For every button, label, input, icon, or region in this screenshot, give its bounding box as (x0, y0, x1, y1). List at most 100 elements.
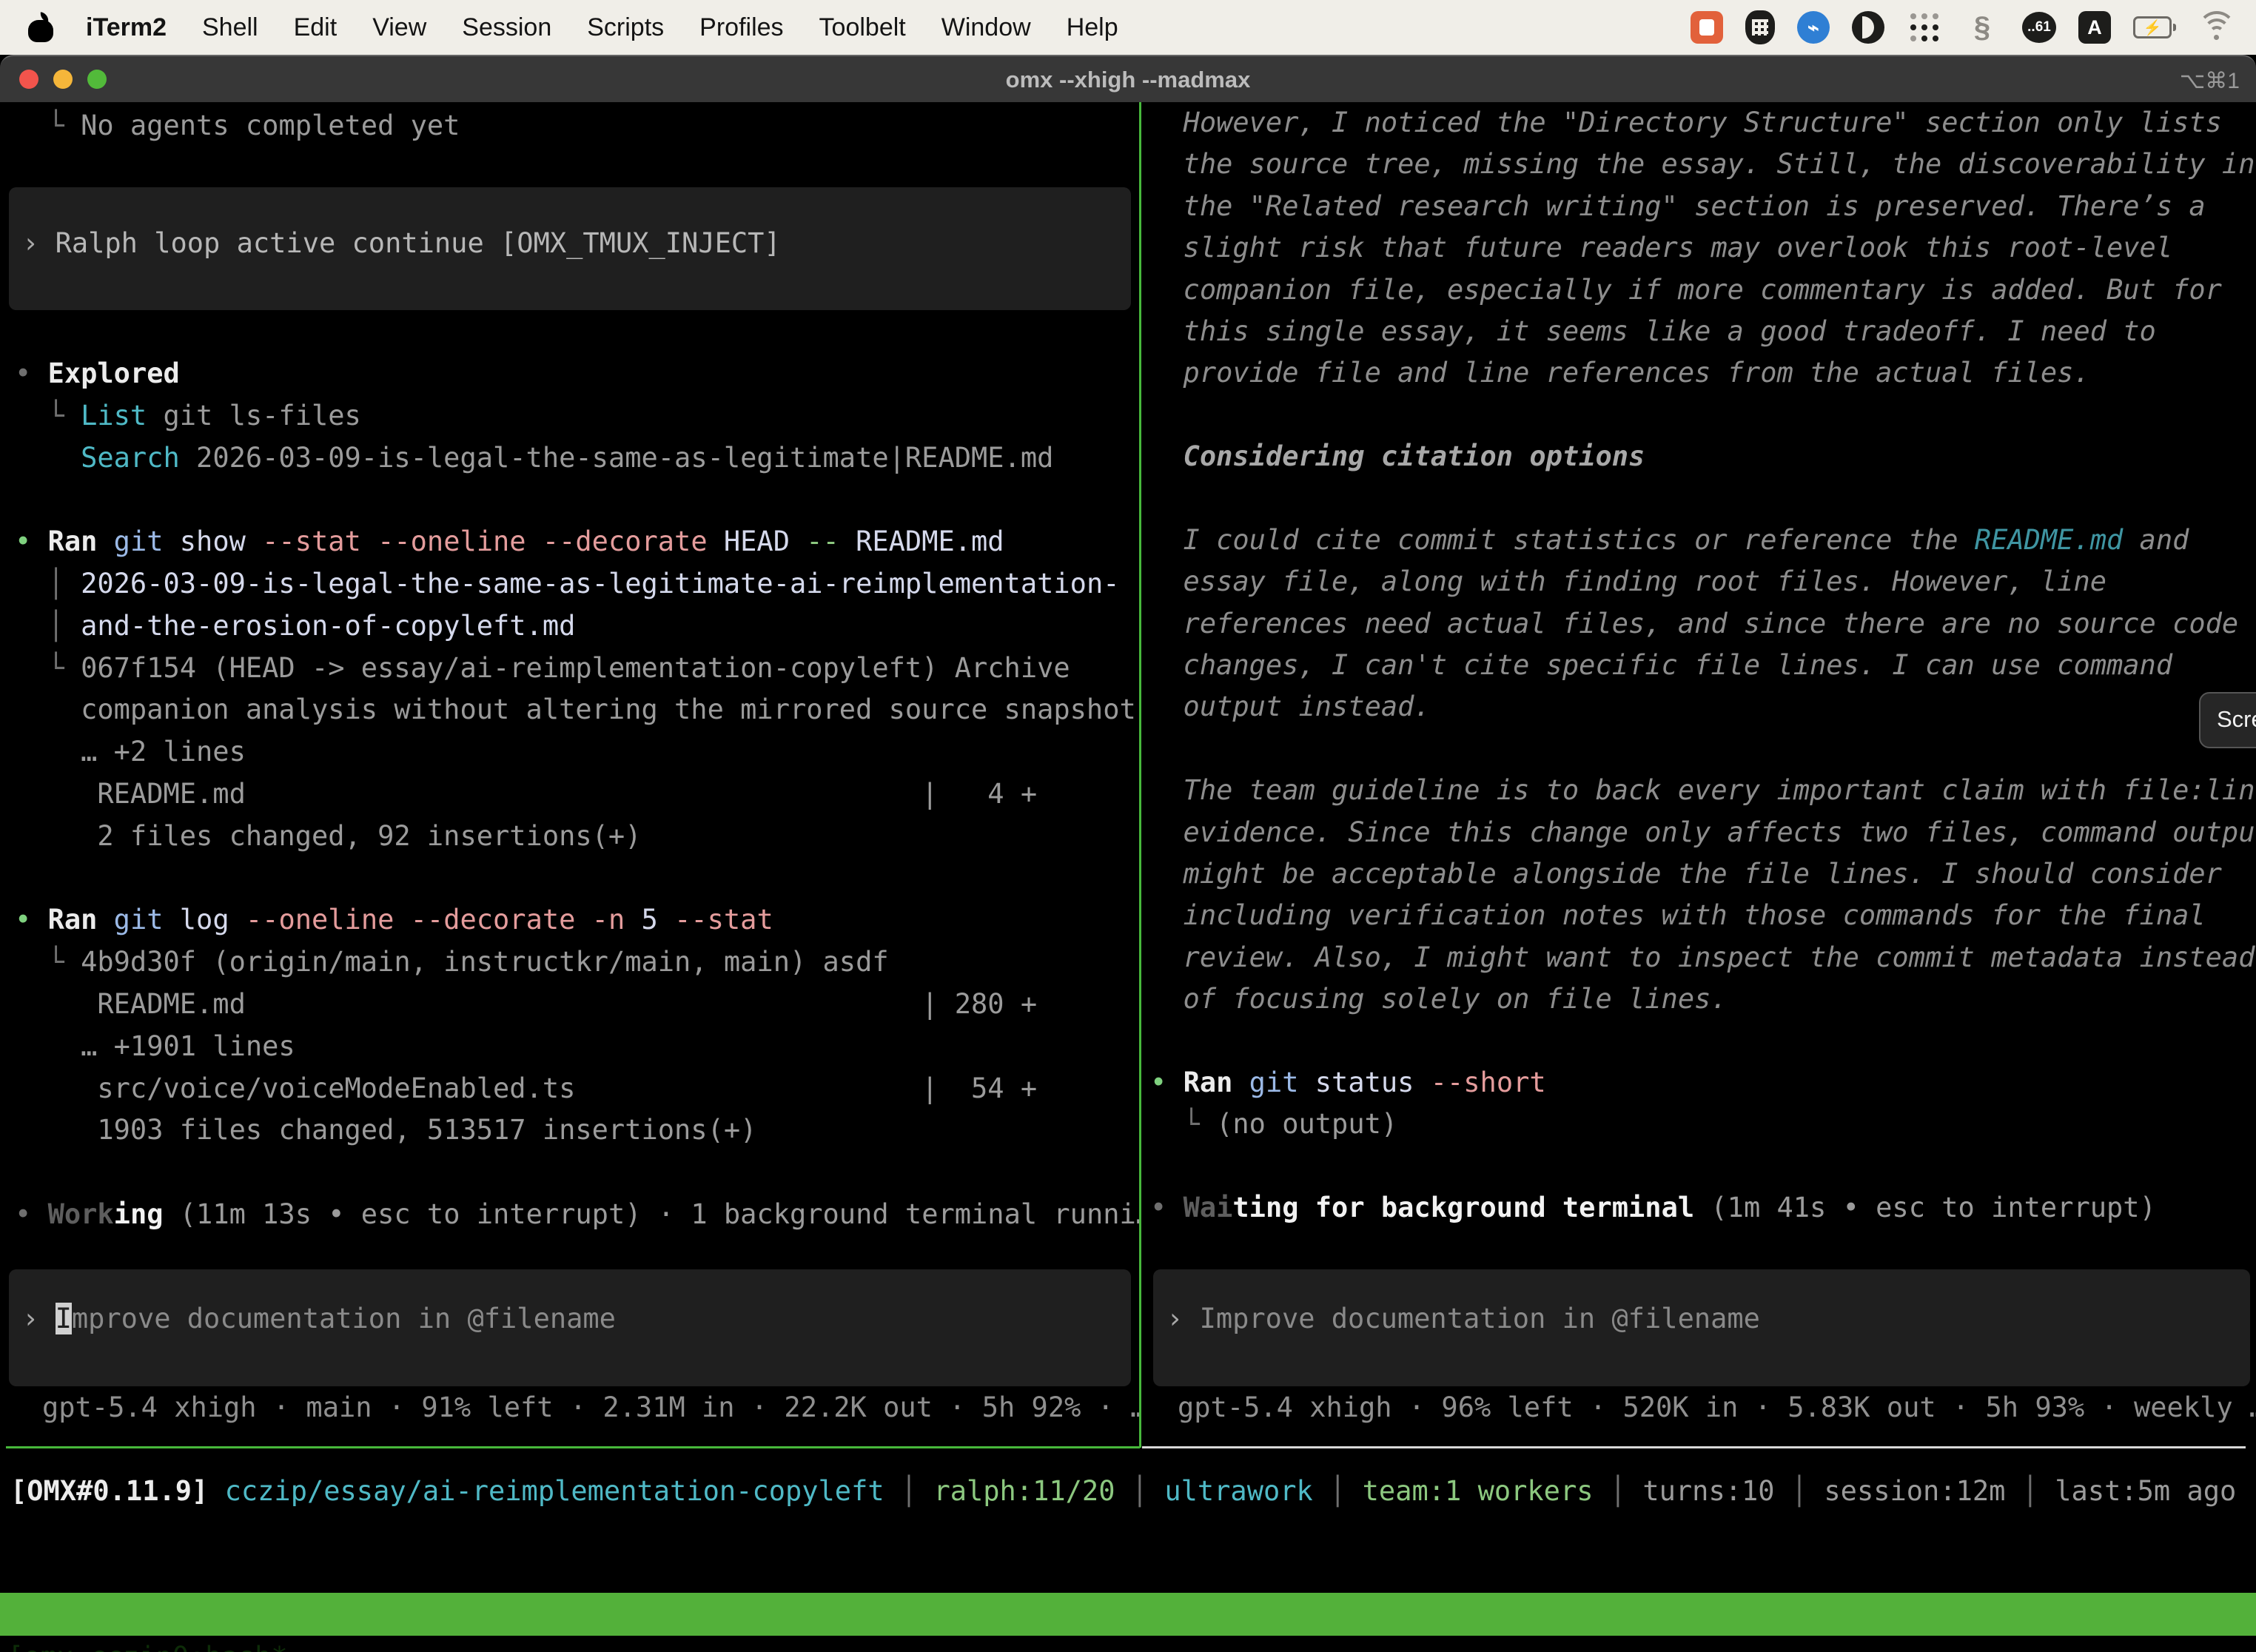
menu-item-help[interactable]: Help (1067, 13, 1118, 42)
terminal-line: changes, I can't cite specific file line… (1150, 645, 2256, 686)
right-pane-border (1142, 1446, 2246, 1448)
terminal-line (15, 858, 1139, 900)
terminal-line: review. Also, I might want to inspect th… (1150, 937, 2256, 978)
menu-item-scripts[interactable]: Scripts (587, 13, 664, 42)
left-pane-body: • Explored └ List git ls-files Search 20… (15, 353, 1139, 1236)
terminal-line: However, I noticed the "Directory Struct… (1150, 102, 2256, 144)
spark-badge-icon[interactable]: ⌁ (1797, 11, 1830, 44)
terminal-line: • Explored (15, 353, 1139, 395)
menu-bar: iTerm2 Shell Edit View Session Scripts Profile… (0, 0, 2256, 55)
terminal-line: Search 2026-03-09-is-legal-the-same-as-l… (15, 437, 1139, 480)
menu-item-profiles[interactable]: Profiles (699, 13, 783, 42)
terminal-line (1150, 728, 2256, 770)
tmux-session-label[interactable]: [omx-cczip0:bash* (7, 1636, 288, 1652)
menu-item-shell[interactable]: Shell (202, 13, 258, 42)
terminal-line: essay file, along with finding root file… (1150, 561, 2256, 602)
menu-item-toolbelt[interactable]: Toolbelt (819, 13, 906, 42)
terminal-line: • Ran git show --stat --oneline --decora… (15, 521, 1139, 563)
ralph-box-text: Ralph loop active continue [OMX_TMUX_INJ… (56, 227, 781, 259)
prompt-chevron: › (22, 227, 56, 259)
apple-icon[interactable] (28, 13, 53, 42)
terminal-line: │ and-the-erosion-of-copyleft.md (15, 605, 1139, 648)
dots-grid-icon[interactable] (1907, 10, 1942, 45)
moon-circle-icon[interactable] (1852, 11, 1884, 44)
terminal-line: the source tree, missing the essay. Stil… (1150, 144, 2256, 185)
window-shortcut: ⌥⌘1 (2180, 68, 2240, 94)
messages-icon[interactable] (1691, 11, 1723, 44)
terminal-line (15, 1152, 1139, 1194)
terminal-line: └ (no output) (1150, 1104, 2256, 1145)
terminal: └ No agents completed yet › Ralph loop a… (0, 102, 2256, 1652)
terminal-line: README.md | 280 + (15, 984, 1139, 1026)
right-prompt-input[interactable]: › Improve documentation in @filename (1153, 1269, 2250, 1386)
prompt-placeholder: Improve documentation in @filename (1200, 1303, 1760, 1334)
terminal-line: provide file and line references from th… (1150, 352, 2256, 394)
terminal-line (1150, 1146, 2256, 1187)
left-prompt-input[interactable]: › Improve documentation in @filename (9, 1269, 1131, 1386)
terminal-line: 2 files changed, 92 insertions(+) (15, 816, 1139, 858)
omx-status-bar: [OMX#0.11.9] cczip/essay/ai-reimplementa… (10, 1470, 2236, 1512)
prompt-placeholder: mprove documentation in @filename (72, 1303, 616, 1334)
input-source-icon[interactable]: A (2078, 11, 2111, 44)
stats-figure-icon[interactable]: § (1964, 10, 2000, 45)
menu-item-view[interactable]: View (372, 13, 426, 42)
right-model-status: gpt-5.4 xhigh · 96% left · 520K in · 5.8… (1142, 1386, 2256, 1428)
terminal-line: this single essay, it seems like a good … (1150, 311, 2256, 352)
battery-icon[interactable]: ⚡ (2133, 10, 2176, 45)
terminal-line: I could cite commit statistics or refere… (1150, 520, 2256, 561)
terminal-line: references need actual files, and since … (1150, 603, 2256, 645)
terminal-line: • Ran git log --oneline --decorate -n 5 … (15, 899, 1139, 941)
status-icons: ⌁ § ..61 A ⚡ (1691, 10, 2235, 45)
terminal-line: evidence. Since this change only affects… (1150, 812, 2256, 853)
window-title-bar: omx --xhigh --madmax ⌥⌘1 (0, 55, 2256, 102)
terminal-line: └ List git ls-files (15, 395, 1139, 437)
terminal-line (15, 479, 1139, 521)
menu-item-window[interactable]: Window (941, 13, 1031, 42)
terminal-line: 1903 files changed, 513517 insertions(+) (15, 1109, 1139, 1152)
terminal-line: • Ran git status --short (1150, 1062, 2256, 1104)
pane-divider[interactable] (1139, 102, 1141, 1448)
left-model-status: gpt-5.4 xhigh · main · 91% left · 2.31M … (0, 1386, 1139, 1428)
prompt-chevron: › (22, 1303, 56, 1334)
battery-percent-icon[interactable]: ..61 (2022, 12, 2056, 43)
terminal-line: │ 2026-03-09-is-legal-the-same-as-legiti… (15, 563, 1139, 605)
terminal-line: └ 067f154 (HEAD -> essay/ai-reimplementa… (15, 648, 1139, 690)
screen-tooltip-button[interactable]: Scre (2199, 692, 2256, 748)
menu-item-session[interactable]: Session (462, 13, 551, 42)
prompt-chevron: › (1166, 1303, 1200, 1334)
tmux-status-bar: [omx-cczip0:bash* "MacBook-Pro-44.local"… (0, 1593, 2256, 1636)
terminal-line (1150, 1021, 2256, 1062)
terminal-line: … +2 lines (15, 731, 1139, 773)
terminal-line: of focusing solely on file lines. (1150, 978, 2256, 1020)
right-pane: However, I noticed the "Directory Struct… (1142, 102, 2256, 1448)
left-pane: └ No agents completed yet › Ralph loop a… (0, 102, 1139, 1448)
terminal-line: The team guideline is to back every impo… (1150, 770, 2256, 811)
menu-item-iterm2[interactable]: iTerm2 (86, 13, 167, 42)
terminal-line: slight risk that future readers may over… (1150, 227, 2256, 269)
terminal-line: output instead. (1150, 686, 2256, 728)
text-cursor: I (56, 1303, 72, 1334)
terminal-line: including verification notes with those … (1150, 895, 2256, 936)
terminal-line: Considering citation options (1150, 436, 2256, 477)
terminal-line: companion file, especially if more comme… (1150, 269, 2256, 311)
terminal-line: companion analysis without altering the … (15, 689, 1139, 731)
terminal-line: • Working (11m 13s • esc to interrupt) ·… (15, 1194, 1139, 1236)
menu-item-edit[interactable]: Edit (294, 13, 338, 42)
terminal-line (1150, 478, 2256, 520)
screen: iTerm2 Shell Edit View Session Scripts Profile… (0, 0, 2256, 1652)
terminal-line: src/voice/voiceModeEnabled.ts | 54 + (15, 1068, 1139, 1110)
terminal-line: might be acceptable alongside the file l… (1150, 853, 2256, 895)
terminal-line: README.md | 4 + (15, 773, 1139, 816)
ralph-injection-box: › Ralph loop active continue [OMX_TMUX_I… (9, 187, 1131, 310)
window-title: omx --xhigh --madmax (0, 67, 2256, 93)
terminal-line (1150, 394, 2256, 436)
terminal-line: … +1901 lines (15, 1026, 1139, 1068)
terminal-line: └ 4b9d30f (origin/main, instructkr/main,… (15, 941, 1139, 984)
wifi-icon[interactable] (2198, 10, 2235, 45)
terminal-line: the "Related research writing" section i… (1150, 186, 2256, 227)
terminal-line: └ No agents completed yet (15, 104, 460, 147)
right-pane-body: However, I noticed the "Directory Struct… (1150, 102, 2256, 1229)
menu-items: iTerm2 Shell Edit View Session Scripts Profile… (86, 13, 1118, 42)
keyboard-shield-icon[interactable] (1745, 10, 1775, 44)
terminal-line: • Waiting for background terminal (1m 41… (1150, 1187, 2256, 1229)
